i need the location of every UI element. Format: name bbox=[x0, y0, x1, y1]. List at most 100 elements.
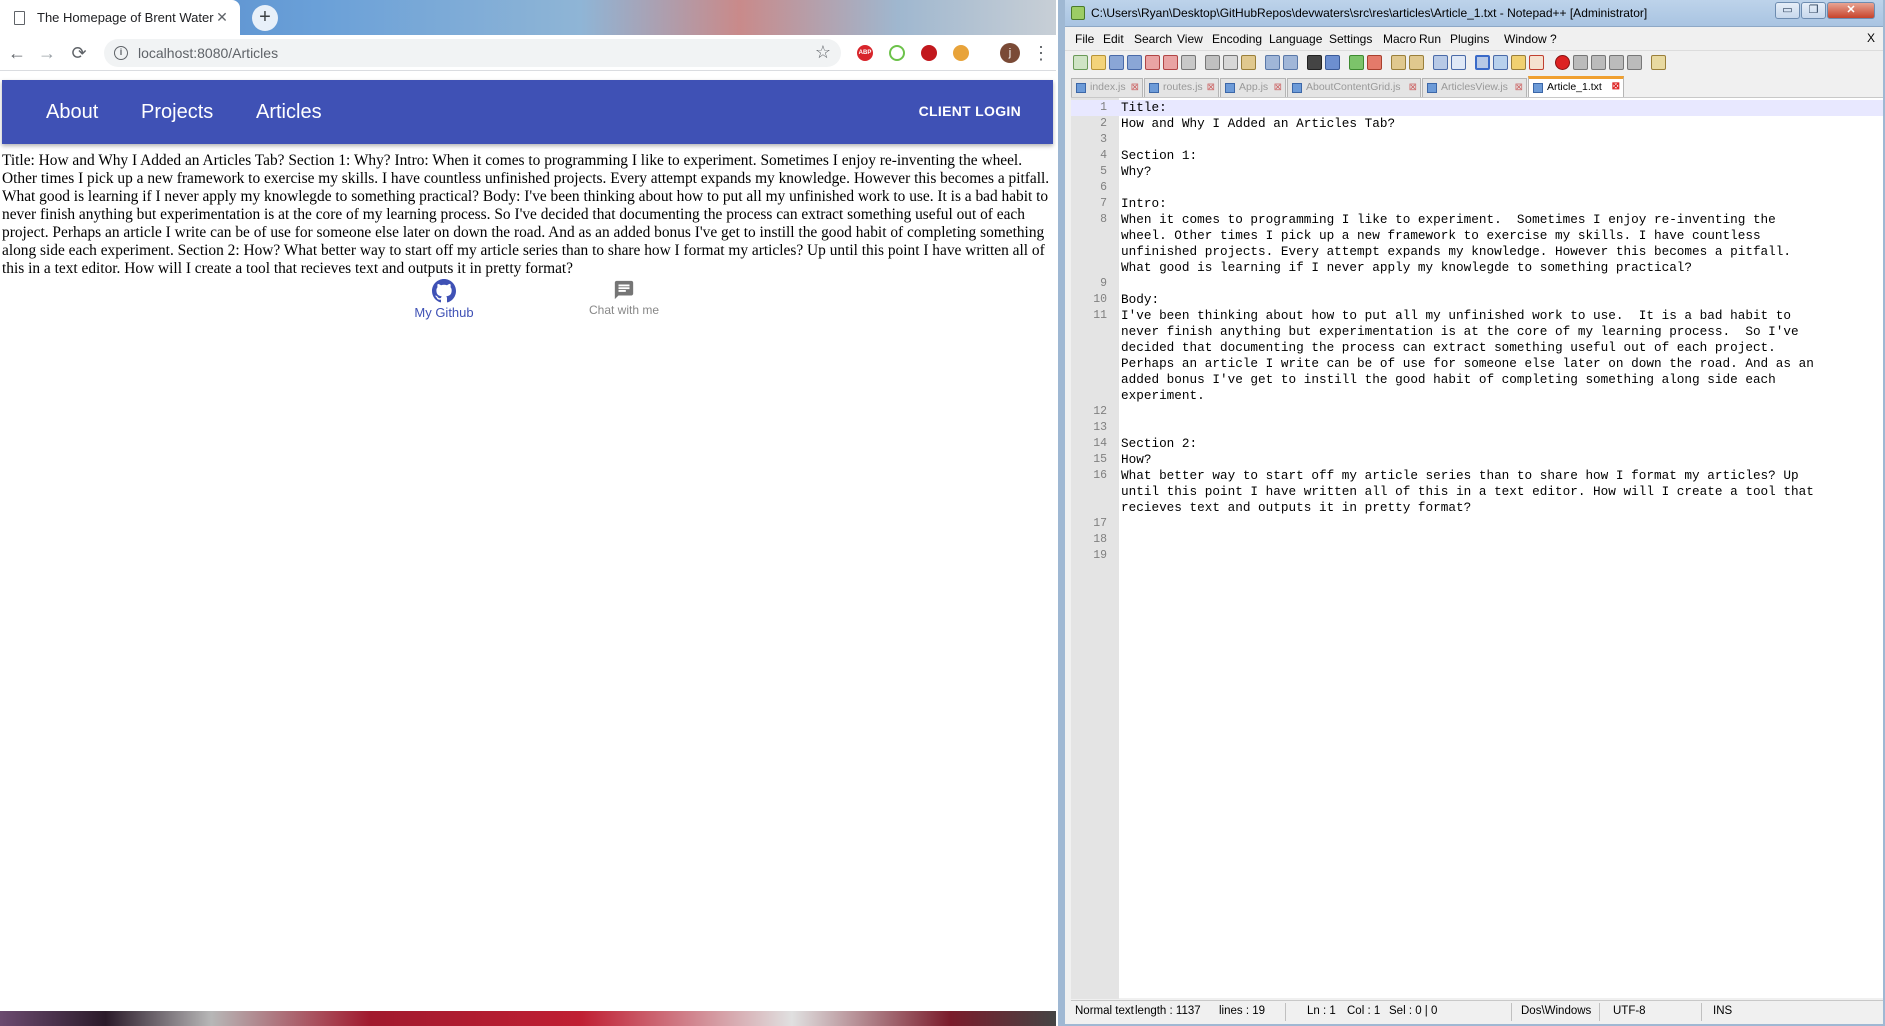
text-editor[interactable]: 1 Title: 2 How and Why I Added an Articles … bbox=[1071, 97, 1883, 999]
nav-about[interactable]: About bbox=[46, 101, 98, 124]
maximize-button[interactable]: ❐ bbox=[1801, 2, 1826, 19]
menu-help[interactable]: ? bbox=[1550, 32, 1557, 46]
show-all-chars-icon[interactable] bbox=[1451, 55, 1466, 70]
menu-plugins[interactable]: Plugins bbox=[1450, 32, 1489, 46]
profile-avatar[interactable]: j bbox=[1000, 43, 1020, 63]
editor-line[interactable]: 14 Section 2: bbox=[1071, 436, 1883, 452]
reload-icon[interactable]: ⟳ bbox=[68, 42, 90, 64]
redo-icon[interactable] bbox=[1283, 55, 1298, 70]
run-macro-multiple-icon[interactable] bbox=[1609, 55, 1624, 70]
new-tab-button[interactable]: + bbox=[252, 5, 278, 31]
paste-icon[interactable] bbox=[1241, 55, 1256, 70]
red-extension-icon[interactable] bbox=[921, 45, 937, 61]
editor-line[interactable]: 5 Why? bbox=[1071, 164, 1883, 180]
tab-routes-js[interactable]: routes.js ⊠ bbox=[1144, 78, 1219, 97]
function-list-icon[interactable] bbox=[1529, 55, 1544, 70]
minimize-button[interactable]: ▭ bbox=[1775, 2, 1800, 19]
editor-line[interactable]: 10 Body: bbox=[1071, 292, 1883, 308]
editor-line[interactable]: 16 What better way to start off my articl… bbox=[1071, 468, 1883, 484]
tab-app-js[interactable]: App.js ⊠ bbox=[1220, 78, 1286, 97]
close-all-icon[interactable] bbox=[1163, 55, 1178, 70]
udl-icon[interactable] bbox=[1493, 55, 1508, 70]
menu-file[interactable]: File bbox=[1075, 32, 1094, 46]
tab-close-icon[interactable]: ⊠ bbox=[1409, 79, 1417, 96]
editor-line[interactable]: 11 I've been thinking about how to put al… bbox=[1071, 308, 1883, 324]
close-tab-icon[interactable]: ✕ bbox=[214, 9, 230, 26]
editor-line[interactable]: 13 bbox=[1071, 420, 1883, 436]
stop-macro-icon[interactable] bbox=[1573, 55, 1588, 70]
cookie-extension-icon[interactable] bbox=[953, 45, 969, 61]
menu-edit[interactable]: Edit bbox=[1103, 32, 1124, 46]
tab-close-icon[interactable]: ⊠ bbox=[1515, 79, 1523, 96]
editor-line[interactable]: 4 Section 1: bbox=[1071, 148, 1883, 164]
editor-line[interactable]: 18 bbox=[1071, 532, 1883, 548]
green-extension-icon[interactable] bbox=[889, 45, 905, 61]
tab-close-icon[interactable]: ⊠ bbox=[1612, 79, 1620, 95]
editor-line[interactable]: wheel. Other times I pick up a new frame… bbox=[1071, 228, 1883, 244]
open-file-icon[interactable] bbox=[1091, 55, 1106, 70]
editor-line[interactable]: 17 bbox=[1071, 516, 1883, 532]
menu-window[interactable]: Window bbox=[1504, 32, 1547, 46]
print-icon[interactable] bbox=[1181, 55, 1196, 70]
editor-line[interactable]: decided that documenting the process can… bbox=[1071, 340, 1883, 356]
editor-line[interactable]: What good is learning if I never apply m… bbox=[1071, 260, 1883, 276]
replace-icon[interactable] bbox=[1325, 55, 1340, 70]
adblock-extension-icon[interactable]: ABP bbox=[857, 45, 873, 61]
tab-close-icon[interactable]: ⊠ bbox=[1207, 79, 1215, 96]
editor-line[interactable]: 7 Intro: bbox=[1071, 196, 1883, 212]
browser-menu-icon[interactable]: ⋮ bbox=[1032, 43, 1050, 63]
sync-horizontal-icon[interactable] bbox=[1409, 55, 1424, 70]
tab-close-icon[interactable]: ⊠ bbox=[1131, 79, 1139, 96]
info-icon[interactable]: i bbox=[114, 46, 128, 60]
zoom-in-icon[interactable] bbox=[1349, 55, 1364, 70]
client-login-button[interactable]: CLIENT LOGIN bbox=[919, 103, 1021, 119]
editor-line[interactable]: 12 bbox=[1071, 404, 1883, 420]
editor-line[interactable]: added bonus I've get to instill the good… bbox=[1071, 372, 1883, 388]
menu-search[interactable]: Search bbox=[1134, 32, 1172, 46]
editor-line[interactable]: 6 bbox=[1071, 180, 1883, 196]
sync-vertical-icon[interactable] bbox=[1391, 55, 1406, 70]
back-arrow-icon[interactable]: ← bbox=[6, 42, 28, 64]
chat-link[interactable]: Chat with me bbox=[564, 279, 684, 317]
menu-view[interactable]: View bbox=[1177, 32, 1203, 46]
word-wrap-icon[interactable] bbox=[1433, 55, 1448, 70]
record-macro-icon[interactable] bbox=[1555, 55, 1570, 70]
copy-icon[interactable] bbox=[1223, 55, 1238, 70]
save-icon[interactable] bbox=[1109, 55, 1124, 70]
editor-line[interactable]: 9 bbox=[1071, 276, 1883, 292]
editor-line[interactable]: experiment. bbox=[1071, 388, 1883, 404]
url-text[interactable]: localhost:8080/Articles bbox=[138, 45, 278, 61]
find-icon[interactable] bbox=[1307, 55, 1322, 70]
doc-map-icon[interactable] bbox=[1511, 55, 1526, 70]
editor-line[interactable]: recieves text and outputs it in pretty f… bbox=[1071, 500, 1883, 516]
editor-line[interactable]: Perhaps an article I write can be of use… bbox=[1071, 356, 1883, 372]
close-window-button[interactable]: ✕ bbox=[1827, 2, 1875, 19]
editor-line[interactable]: 15 How? bbox=[1071, 452, 1883, 468]
menu-run[interactable]: Run bbox=[1419, 32, 1441, 46]
menu-macro[interactable]: Macro bbox=[1383, 32, 1416, 46]
forward-arrow-icon[interactable]: → bbox=[36, 42, 58, 64]
close-document-icon[interactable]: X bbox=[1867, 31, 1875, 45]
github-link[interactable]: My Github bbox=[384, 279, 504, 320]
tab-index-js[interactable]: index.js ⊠ bbox=[1071, 78, 1143, 97]
tab-articlesview-js[interactable]: ArticlesView.js ⊠ bbox=[1422, 78, 1527, 97]
plugin-icon[interactable] bbox=[1651, 55, 1666, 70]
editor-line[interactable]: 3 bbox=[1071, 132, 1883, 148]
editor-line[interactable]: 8 When it comes to programming I like to … bbox=[1071, 212, 1883, 228]
editor-line[interactable]: unfinished projects. Every attempt expan… bbox=[1071, 244, 1883, 260]
save-all-icon[interactable] bbox=[1127, 55, 1142, 70]
browser-tab-active[interactable]: The Homepage of Brent Waters ✕ bbox=[0, 0, 240, 35]
bookmark-star-icon[interactable]: ☆ bbox=[815, 42, 831, 63]
close-file-icon[interactable] bbox=[1145, 55, 1160, 70]
indent-guide-icon[interactable] bbox=[1475, 55, 1490, 70]
tab-article-1-txt[interactable]: Article_1.txt ⊠ bbox=[1528, 76, 1624, 97]
zoom-out-icon[interactable] bbox=[1367, 55, 1382, 70]
play-macro-icon[interactable] bbox=[1591, 55, 1606, 70]
cut-icon[interactable] bbox=[1205, 55, 1220, 70]
save-macro-icon[interactable] bbox=[1627, 55, 1642, 70]
editor-line[interactable]: until this point I have written all of t… bbox=[1071, 484, 1883, 500]
editor-line[interactable]: never finish anything but experimentatio… bbox=[1071, 324, 1883, 340]
address-bar[interactable]: i localhost:8080/Articles ☆ bbox=[104, 39, 841, 67]
editor-line[interactable]: 2 How and Why I Added an Articles Tab? bbox=[1071, 116, 1883, 132]
undo-icon[interactable] bbox=[1265, 55, 1280, 70]
